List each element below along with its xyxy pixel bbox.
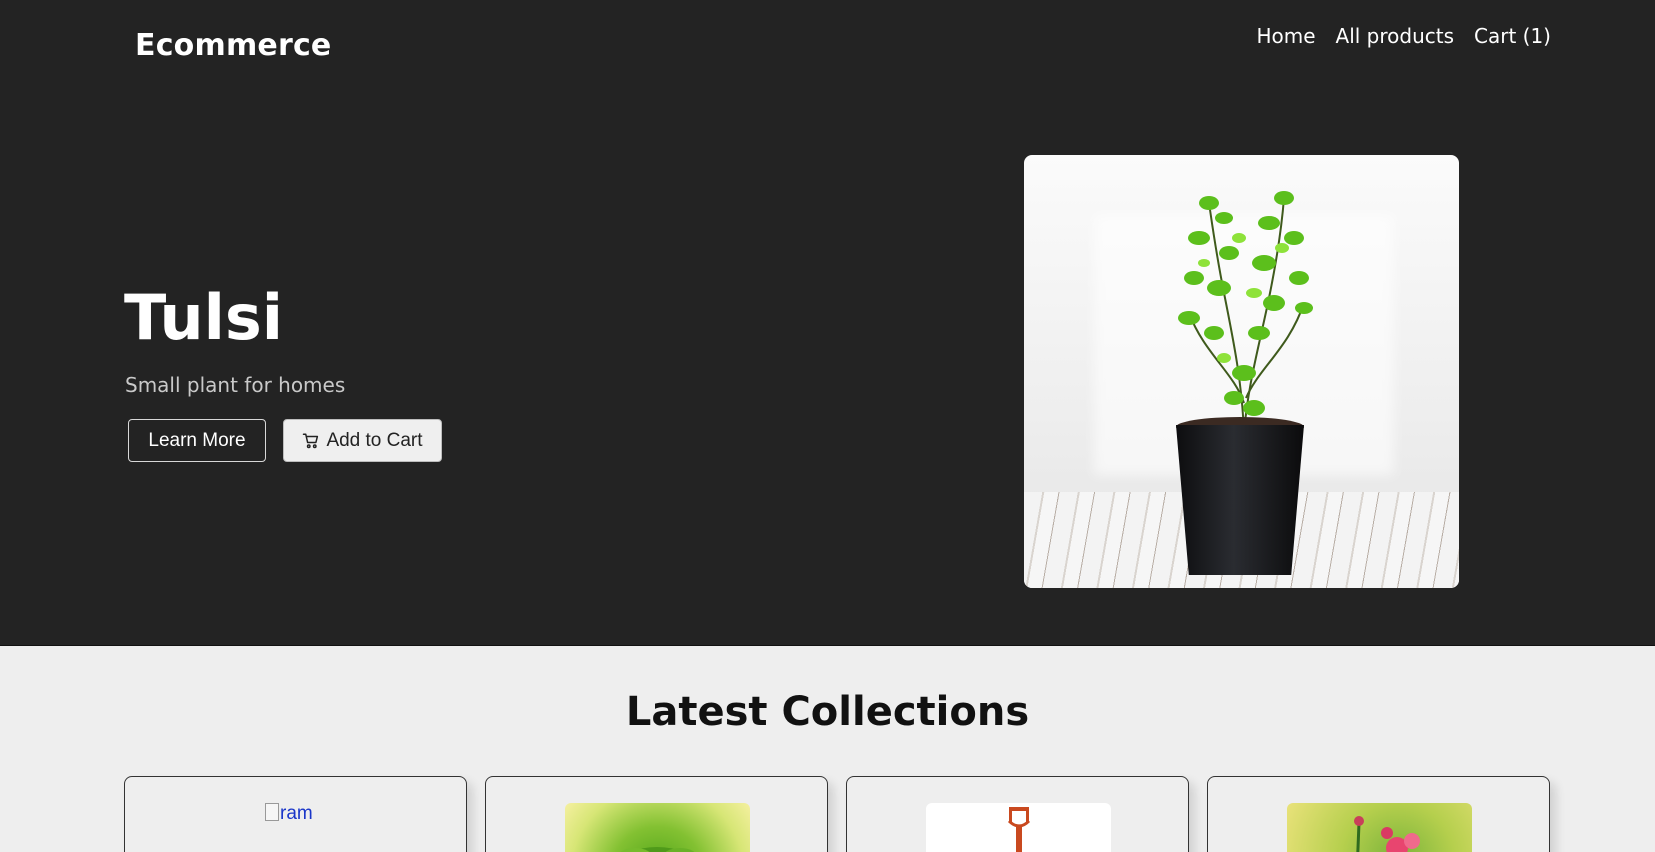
collection-card[interactable] <box>485 776 828 852</box>
hero-section: Ecommerce Home All products Cart (1) Tul… <box>0 0 1655 646</box>
add-to-cart-button[interactable]: Add to Cart <box>283 419 442 462</box>
learn-more-button[interactable]: Learn More <box>128 419 266 462</box>
collections-title: Latest Collections <box>625 689 1030 735</box>
main-nav: Home All products Cart (1) <box>1256 24 1551 48</box>
hero-title: Tulsi <box>124 281 284 354</box>
potted-plant-image <box>1024 155 1459 588</box>
broken-image: ram <box>265 803 313 825</box>
collection-card[interactable]: ram <box>124 776 467 852</box>
nav-all-products-link[interactable]: All products <box>1336 24 1455 48</box>
rose-plant-image <box>1287 803 1472 852</box>
hero-subtitle: Small plant for homes <box>125 373 346 397</box>
cart-icon <box>302 432 320 450</box>
leafy-plant-image <box>565 803 750 852</box>
collection-card[interactable] <box>846 776 1189 852</box>
learn-more-label: Learn More <box>148 429 246 451</box>
add-to-cart-label: Add to Cart <box>326 429 423 451</box>
collection-card[interactable] <box>1207 776 1550 852</box>
brand-logo[interactable]: Ecommerce <box>135 28 331 63</box>
shovel-image <box>926 803 1111 852</box>
broken-image-icon <box>265 803 279 821</box>
plant-foliage <box>1178 191 1313 433</box>
nav-cart-link[interactable]: Cart (1) <box>1474 24 1551 48</box>
nav-home-link[interactable]: Home <box>1256 24 1315 48</box>
broken-image-alt: ram <box>280 803 313 824</box>
